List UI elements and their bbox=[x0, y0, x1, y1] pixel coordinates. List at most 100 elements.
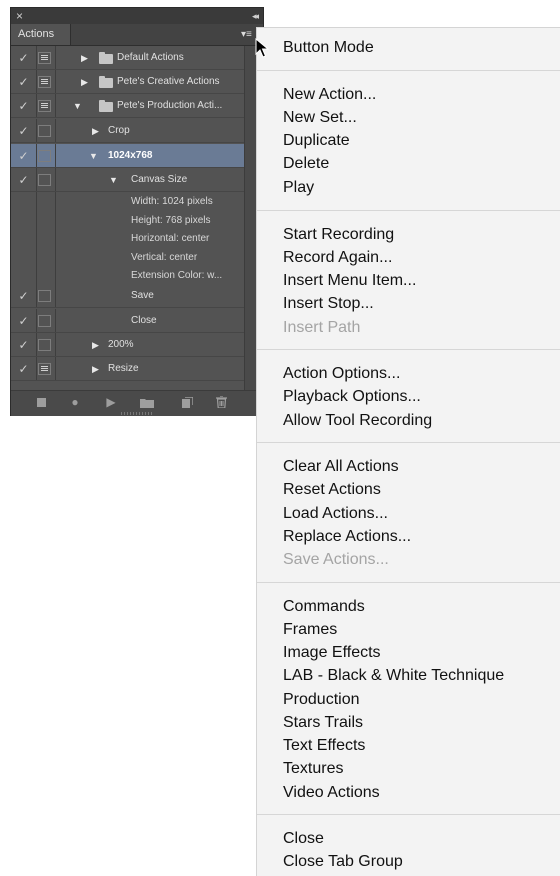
toggle-item-checkmark-icon[interactable]: ✓ bbox=[11, 144, 37, 167]
toggle-dialog-icon[interactable] bbox=[38, 100, 51, 112]
resize-grip[interactable] bbox=[121, 412, 153, 415]
column-divider bbox=[55, 94, 56, 117]
tab-actions[interactable]: Actions bbox=[11, 24, 71, 45]
disclosure-collapsed-icon[interactable]: ▶ bbox=[92, 119, 99, 143]
menu-item-text-effects[interactable]: Text Effects bbox=[283, 736, 365, 756]
disclosure-collapsed-icon[interactable]: ▶ bbox=[81, 70, 88, 94]
menu-separator bbox=[257, 814, 560, 815]
menu-item-replace-actions[interactable]: Replace Actions... bbox=[283, 527, 411, 547]
close-icon[interactable]: × bbox=[16, 8, 23, 24]
menu-item-insert-menu-item[interactable]: Insert Menu Item... bbox=[283, 271, 416, 291]
action-row-label: Resize bbox=[108, 363, 139, 374]
play-icon[interactable]: ▶ bbox=[101, 391, 121, 413]
menu-item-image-effects[interactable]: Image Effects bbox=[283, 643, 381, 663]
disclosure-collapsed-icon[interactable]: ▶ bbox=[92, 333, 99, 357]
toggle-dialog-icon[interactable] bbox=[38, 76, 51, 88]
action-row[interactable]: ✓ ▶ Default Actions bbox=[11, 46, 244, 70]
disclosure-collapsed-icon[interactable]: ▶ bbox=[92, 357, 99, 381]
menu-item-production[interactable]: Production bbox=[283, 690, 360, 710]
panel-title-bar: × ◂◂ bbox=[11, 8, 263, 24]
menu-item-load-actions[interactable]: Load Actions... bbox=[283, 504, 388, 524]
step-detail-line: Extension Color: w... bbox=[131, 270, 223, 281]
actions-panel: × ◂◂ Actions ▾≡ ✓ ▶ Default Actions ✓ ▶ Pete'… bbox=[10, 7, 264, 416]
menu-item-start-recording[interactable]: Start Recording bbox=[283, 225, 394, 245]
stop-icon[interactable] bbox=[37, 398, 46, 407]
toggle-item-checkmark-icon[interactable]: ✓ bbox=[11, 333, 37, 356]
menu-item-insert-path: Insert Path bbox=[283, 319, 361, 336]
toggle-item-checkmark-icon[interactable]: ✓ bbox=[11, 46, 37, 69]
record-icon[interactable]: ● bbox=[65, 391, 85, 413]
column-divider bbox=[55, 333, 56, 356]
toggle-item-checkmark-icon[interactable]: ✓ bbox=[11, 94, 37, 117]
column-divider bbox=[55, 70, 56, 93]
action-row[interactable]: ✓ ▼ Canvas Size bbox=[11, 168, 244, 192]
action-row[interactable]: ✓ ▶ Pete's Creative Actions bbox=[11, 70, 244, 94]
menu-separator bbox=[257, 349, 560, 350]
action-row[interactable]: ✓ ▼ Pete's Production Acti... bbox=[11, 94, 244, 118]
toggle-dialog-icon[interactable] bbox=[38, 125, 51, 137]
toggle-dialog-icon[interactable] bbox=[38, 52, 51, 64]
disclosure-expanded-icon[interactable]: ▼ bbox=[73, 94, 82, 118]
menu-item-close[interactable]: Close bbox=[283, 829, 324, 849]
toggle-dialog-icon[interactable] bbox=[38, 363, 51, 375]
menu-item-record-again[interactable]: Record Again... bbox=[283, 248, 392, 268]
action-row[interactable]: ✓ Save bbox=[11, 284, 244, 308]
menu-item-new-set[interactable]: New Set... bbox=[283, 108, 357, 128]
menu-separator bbox=[257, 70, 560, 71]
column-divider bbox=[55, 46, 56, 69]
toggle-item-checkmark-icon[interactable]: ✓ bbox=[11, 357, 37, 380]
toggle-item-checkmark-icon[interactable]: ✓ bbox=[11, 119, 37, 142]
menu-item-clear-all-actions[interactable]: Clear All Actions bbox=[283, 457, 399, 477]
menu-item-stars-trails[interactable]: Stars Trails bbox=[283, 713, 363, 733]
menu-item-close-tab-group[interactable]: Close Tab Group bbox=[283, 852, 403, 872]
menu-item-allow-tool-recording[interactable]: Allow Tool Recording bbox=[283, 411, 432, 431]
menu-item-textures[interactable]: Textures bbox=[283, 759, 343, 779]
menu-item-lab-black-white-technique[interactable]: LAB - Black & White Technique bbox=[283, 666, 504, 686]
new-action-icon[interactable] bbox=[177, 391, 197, 415]
action-row-label: Crop bbox=[108, 125, 130, 136]
menu-item-commands[interactable]: Commands bbox=[283, 597, 365, 617]
column-divider bbox=[55, 168, 56, 191]
toggle-dialog-icon[interactable] bbox=[38, 290, 51, 302]
menu-item-button-mode[interactable]: Button Mode bbox=[283, 38, 374, 58]
menu-item-action-options[interactable]: Action Options... bbox=[283, 364, 400, 384]
action-row[interactable]: ✓ Close bbox=[11, 309, 244, 333]
toggle-dialog-icon[interactable] bbox=[38, 339, 51, 351]
delete-icon[interactable] bbox=[211, 391, 231, 415]
menu-item-insert-stop[interactable]: Insert Stop... bbox=[283, 294, 374, 314]
menu-item-delete[interactable]: Delete bbox=[283, 154, 329, 174]
menu-separator bbox=[257, 582, 560, 583]
disclosure-collapsed-icon[interactable]: ▶ bbox=[81, 46, 88, 70]
step-detail-line: Vertical: center bbox=[131, 251, 198, 263]
action-row[interactable]: ✓ ▶ Resize bbox=[11, 357, 244, 381]
toggle-dialog-icon[interactable] bbox=[38, 174, 51, 186]
action-row-label: Default Actions bbox=[117, 52, 184, 63]
disclosure-expanded-icon[interactable]: ▼ bbox=[109, 168, 118, 192]
toggle-item-checkmark-icon[interactable]: ✓ bbox=[11, 168, 37, 191]
menu-item-reset-actions[interactable]: Reset Actions bbox=[283, 480, 381, 500]
action-row[interactable]: ✓ ▶ 200% bbox=[11, 333, 244, 357]
toggle-item-checkmark-icon[interactable]: ✓ bbox=[11, 70, 37, 93]
menu-item-playback-options[interactable]: Playback Options... bbox=[283, 387, 421, 407]
action-row-label: 200% bbox=[108, 339, 134, 350]
menu-item-video-actions[interactable]: Video Actions bbox=[283, 783, 380, 803]
toggle-item-checkmark-icon[interactable]: ✓ bbox=[11, 284, 37, 307]
folder-icon bbox=[99, 100, 113, 112]
action-row[interactable]: ✓ ▼ 1024x768 bbox=[11, 144, 244, 168]
toggle-item-checkmark-icon[interactable]: ✓ bbox=[11, 309, 37, 332]
menu-item-duplicate[interactable]: Duplicate bbox=[283, 131, 350, 151]
action-row[interactable]: ✓ ▶ Crop bbox=[11, 119, 244, 143]
menu-item-new-action[interactable]: New Action... bbox=[283, 85, 376, 105]
menu-item-frames[interactable]: Frames bbox=[283, 620, 337, 640]
disclosure-expanded-icon[interactable]: ▼ bbox=[89, 144, 98, 168]
action-row-label: Canvas Size bbox=[131, 174, 188, 185]
menu-item-save-actions: Save Actions... bbox=[283, 551, 389, 568]
toggle-dialog-icon[interactable] bbox=[38, 315, 51, 327]
collapse-icon[interactable]: ◂◂ bbox=[252, 8, 259, 24]
check-column bbox=[11, 192, 37, 284]
column-divider bbox=[55, 144, 56, 167]
menu-item-play[interactable]: Play bbox=[283, 178, 314, 198]
action-row-label: Save bbox=[131, 290, 154, 301]
panel-bottom-toolbar: ● ▶ bbox=[11, 390, 263, 416]
toggle-dialog-icon[interactable] bbox=[38, 150, 51, 162]
